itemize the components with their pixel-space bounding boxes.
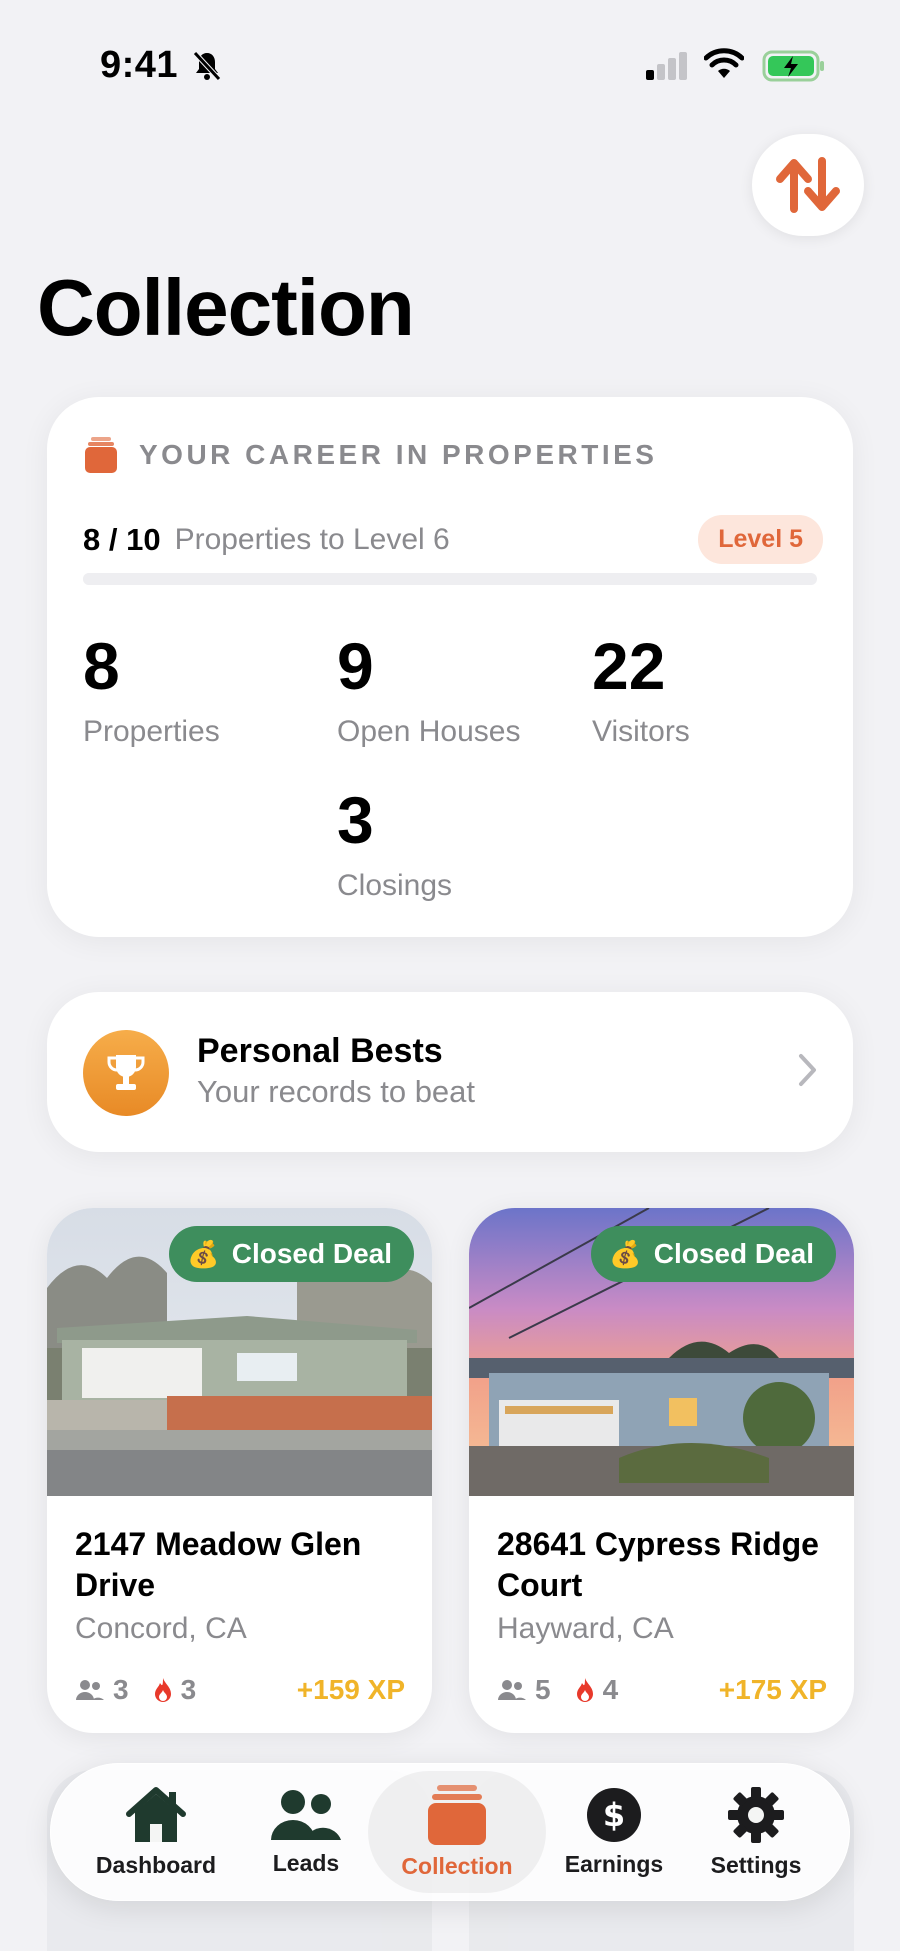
bell-slash-icon [193,51,221,81]
people-icon [498,1680,526,1700]
progress-text: Properties to Level 6 [174,522,450,556]
sort-arrows-icon [776,157,840,213]
flame-icon [154,1678,171,1702]
hot-count: 4 [602,1674,619,1705]
career-header-label: YOUR CAREER IN PROPERTIES [139,439,658,470]
stat-label: Closings [337,869,453,902]
flame-icon [576,1678,593,1702]
tab-leads[interactable]: Leads [250,1763,362,1901]
visitor-count: 3 [113,1674,129,1705]
sort-button[interactable] [752,134,864,236]
tab-earnings[interactable]: $ Earnings [554,1763,674,1901]
property-address: 2147 Meadow Glen Drive [75,1526,362,1603]
stat-value: 22 [592,629,666,703]
badge-label: Closed Deal [653,1238,814,1269]
house-icon [126,1786,186,1842]
tab-label: Settings [710,1851,802,1878]
stat-value: 3 [337,783,374,857]
people-icon [76,1680,104,1700]
personal-bests-title: Personal Bests [197,1032,443,1070]
svg-text:$: $ [603,1796,625,1834]
progress-fill [83,573,671,585]
stat-visitors: 22 Visitors [592,633,690,749]
career-header: YOUR CAREER IN PROPERTIES [85,437,657,473]
tab-dashboard[interactable]: Dashboard [86,1763,226,1901]
money-bag-icon: 💰 [609,1238,642,1269]
page-title: Collection [37,263,415,352]
battery-charging-icon [762,50,824,82]
people-icon [271,1789,341,1840]
progress-count: 8 / 10 [83,521,161,557]
personal-bests-subtitle: Your records to beat [197,1074,476,1109]
gear-icon [728,1786,784,1843]
dollar-icon: $ [587,1787,641,1842]
property-city: Concord, CA [75,1612,247,1645]
stat-closings: 3 Closings [337,787,452,903]
tab-settings[interactable]: Settings [696,1763,816,1901]
stat-properties: 8 Properties [83,633,220,749]
stack-icon [85,437,117,473]
level-badge: Level 5 [698,515,823,564]
tab-label: Collection [401,1852,513,1879]
property-address: 28641 Cypress Ridge Court [497,1526,819,1603]
cellular-signal-icon [646,52,687,80]
money-bag-icon: 💰 [187,1238,220,1269]
tab-label: Leads [272,1849,340,1876]
stat-open-houses: 9 Open Houses [337,633,520,749]
closed-deal-badge: 💰 Closed Deal [591,1226,836,1282]
tab-label: Earnings [564,1850,664,1877]
trophy-icon [107,1055,145,1090]
stat-label: Visitors [592,715,690,748]
trophy-badge [83,1030,169,1116]
stat-label: Properties [83,715,220,748]
progress-track [83,573,817,585]
level-progress-row: 8 / 10 Properties to Level 6 Level 5 [83,515,823,564]
personal-bests-row[interactable]: Personal Bests Your records to beat [47,992,853,1152]
badge-label: Closed Deal [231,1238,392,1269]
property-city: Hayward, CA [497,1612,674,1645]
stat-value: 8 [83,629,120,703]
stat-label: Open Houses [337,715,521,748]
wifi-icon [704,48,744,78]
status-bar: 9:41 [0,0,900,130]
property-card[interactable]: 💰 Closed Deal 2147 Meadow Glen Drive Con… [47,1208,432,1733]
visitor-count: 5 [535,1674,551,1705]
xp-earned: +159 XP [296,1674,405,1705]
career-card: YOUR CAREER IN PROPERTIES 8 / 10 Propert… [47,397,853,937]
tab-bar: Dashboard Leads Collection $ Earnings Se… [50,1763,850,1901]
property-card[interactable]: 💰 Closed Deal 28641 Cypress Ridge Court … [469,1208,854,1733]
tab-label: Dashboard [95,1851,217,1878]
property-stats: 3 3 +159 XP [75,1674,405,1706]
xp-earned: +175 XP [718,1674,827,1705]
chevron-right-icon [799,1054,816,1086]
stat-value: 9 [337,629,374,703]
tab-collection[interactable]: Collection [368,1771,546,1893]
property-stats: 5 4 +175 XP [497,1674,827,1706]
hot-count: 3 [180,1674,197,1705]
status-time: 9:41 [100,44,179,86]
stack-icon [428,1784,486,1845]
closed-deal-badge: 💰 Closed Deal [169,1226,414,1282]
